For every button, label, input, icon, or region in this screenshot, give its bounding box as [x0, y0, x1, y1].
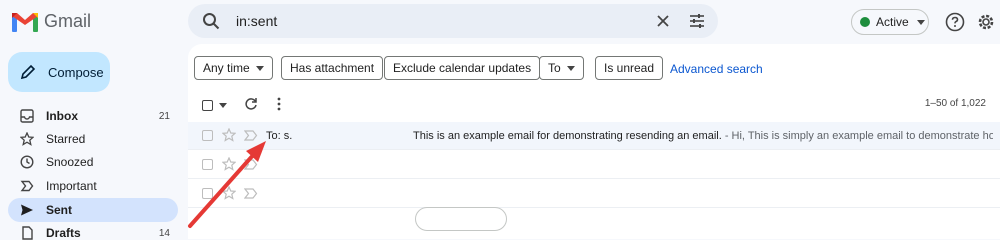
compose-label: Compose — [48, 64, 104, 80]
chip-label: To — [548, 61, 561, 75]
sidebar-item-label: Inbox — [46, 109, 78, 123]
filter-exclude-calendar[interactable]: Exclude calendar updates — [384, 56, 541, 80]
sidebar-item-drafts[interactable]: Drafts 14 — [8, 221, 178, 240]
email-snippet: - Hi, This is simply an example email to… — [721, 130, 993, 142]
message-list-panel: Any time Has attachment Exclude calendar… — [188, 44, 1000, 239]
sidebar-item-label: Important — [46, 179, 97, 193]
chip-label: Any time — [203, 61, 250, 75]
row-checkbox[interactable] — [202, 130, 213, 141]
clock-icon — [20, 155, 34, 169]
sidebar-item-label: Sent — [46, 203, 73, 217]
table-row[interactable] — [188, 180, 1000, 208]
star-icon[interactable] — [222, 157, 236, 171]
important-icon[interactable] — [244, 130, 258, 141]
sidebar-item-label: Snoozed — [46, 155, 94, 169]
email-subject-text: This is an example email for demonstrati… — [413, 130, 722, 142]
email-sender: To: s. — [266, 130, 293, 142]
top-bar: Gmail in:sent Active — [0, 0, 1000, 44]
table-row[interactable]: To: s. This is an example email for demo… — [188, 122, 1000, 150]
chip-label: Has attachment — [290, 61, 375, 75]
unread-count: 21 — [158, 110, 170, 122]
important-icon[interactable] — [244, 188, 258, 199]
sidebar-item-sent[interactable]: Sent — [8, 198, 178, 222]
select-all-checkbox[interactable] — [202, 100, 213, 111]
advanced-search-link[interactable]: Advanced search — [670, 62, 763, 76]
chip-label: Exclude calendar updates — [393, 61, 532, 75]
draft-count: 14 — [158, 227, 170, 239]
help-icon[interactable] — [945, 12, 965, 32]
important-icon[interactable] — [244, 159, 258, 170]
search-options-icon[interactable] — [689, 13, 705, 29]
pagination-label: 1–50 of 1,022 — [924, 98, 986, 109]
sidebar-item-label: Drafts — [46, 226, 81, 240]
gmail-m-icon — [12, 12, 38, 32]
inbox-icon — [20, 109, 34, 123]
refresh-icon[interactable] — [244, 97, 258, 111]
email-subject: This is an example email for demonstrati… — [413, 130, 993, 142]
star-icon — [20, 132, 34, 146]
sidebar-item-label: Starred — [46, 132, 86, 146]
filter-has-attachment[interactable]: Has attachment — [281, 56, 384, 80]
send-icon — [21, 204, 33, 216]
pencil-icon — [20, 64, 36, 80]
compose-button[interactable]: Compose — [8, 52, 110, 92]
sidebar-item-important[interactable]: Important — [8, 174, 178, 198]
status-dot-icon — [860, 17, 870, 27]
sidebar-item-snoozed[interactable]: Snoozed — [8, 150, 178, 174]
more-vert-icon[interactable] — [276, 97, 282, 111]
search-bar[interactable]: in:sent — [188, 4, 718, 38]
status-selector[interactable]: Active — [851, 9, 929, 35]
chevron-down-icon — [255, 65, 264, 71]
sidebar-item-inbox[interactable]: Inbox 21 — [8, 104, 178, 128]
chevron-down-icon — [566, 65, 575, 71]
close-icon[interactable] — [656, 14, 670, 28]
gmail-wordmark: Gmail — [44, 11, 92, 31]
chevron-down-icon — [916, 19, 925, 25]
sidebar-item-starred[interactable]: Starred — [8, 127, 178, 151]
status-label: Active — [876, 15, 909, 29]
table-row[interactable] — [188, 151, 1000, 179]
chip-label: Is unread — [604, 61, 655, 75]
filter-any-time[interactable]: Any time — [194, 56, 273, 80]
search-input[interactable]: in:sent — [236, 13, 277, 29]
star-icon[interactable] — [222, 186, 236, 200]
row-checkbox[interactable] — [202, 159, 213, 170]
chevron-down-icon[interactable] — [219, 103, 227, 108]
search-icon[interactable] — [202, 12, 220, 30]
gmail-logo[interactable]: Gmail — [12, 11, 91, 32]
important-icon — [20, 180, 34, 192]
load-more-button[interactable] — [415, 207, 507, 231]
row-checkbox[interactable] — [202, 188, 213, 199]
filter-is-unread[interactable]: Is unread — [595, 56, 664, 80]
filter-to[interactable]: To — [539, 56, 584, 80]
gear-icon[interactable] — [976, 12, 996, 32]
star-icon[interactable] — [222, 128, 236, 142]
draft-icon — [22, 226, 33, 240]
